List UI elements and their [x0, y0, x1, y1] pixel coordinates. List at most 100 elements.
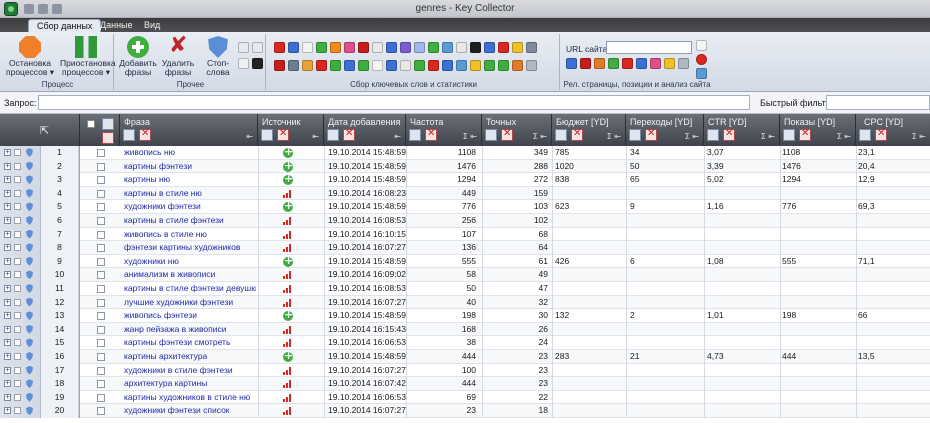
row-mark-icon[interactable]	[14, 257, 21, 265]
d-icon[interactable]	[358, 60, 369, 71]
row-checkbox[interactable]	[97, 244, 105, 253]
row-mark-icon[interactable]	[14, 271, 21, 279]
db-icon[interactable]	[386, 42, 397, 53]
hand-icon[interactable]	[302, 60, 313, 71]
col-phrase[interactable]: Фраза ⇤	[120, 114, 258, 146]
rambler-icon[interactable]	[344, 42, 355, 53]
sort-icon[interactable]: ⇤	[312, 132, 319, 141]
sum-icon[interactable]: Σ ⇤	[463, 132, 477, 141]
phrase-cell[interactable]: архитектура картины	[124, 377, 256, 391]
expand-icon[interactable]: +	[4, 393, 11, 401]
row-checkbox[interactable]	[97, 203, 105, 212]
row-checkbox[interactable]	[97, 149, 105, 157]
phrase-cell[interactable]: картины в стиле ню	[124, 187, 256, 201]
tab-view[interactable]: Вид	[136, 19, 168, 32]
row-checkbox[interactable]	[97, 285, 105, 293]
row-checkbox[interactable]	[97, 230, 105, 239]
expand-icon[interactable]: +	[4, 149, 11, 156]
table-row[interactable]: +18 архитектура картины 19.10.2014 16:07:4…	[0, 377, 930, 391]
table-row[interactable]: +8 фэнтези картины художников 19.10.2014 1…	[0, 241, 930, 255]
phrase-cell[interactable]: лучшие художники фэнтези	[124, 296, 256, 310]
pages-icon[interactable]	[696, 40, 707, 51]
table-row[interactable]: +1 живопись ню 19.10.2014 15:48:59 1108 349 7…	[0, 145, 930, 160]
row-checkbox[interactable]	[97, 353, 105, 361]
chart-icon[interactable]	[414, 42, 425, 53]
v-icon[interactable]	[498, 60, 509, 71]
expand-icon[interactable]: +	[4, 325, 11, 333]
stats-icon[interactable]	[288, 42, 299, 53]
grid-settings-icon[interactable]	[102, 118, 114, 130]
sum-icon[interactable]: Σ ⇤	[607, 132, 621, 141]
col-clicks[interactable]: Переходы [YD] Σ ⇤	[626, 114, 704, 146]
orange-icon[interactable]	[512, 60, 523, 71]
table-row[interactable]: +11 картины в стиле фэнтези девушки 19.10.…	[0, 282, 930, 296]
blue-icon[interactable]	[344, 60, 355, 71]
row-mark-icon[interactable]	[14, 176, 21, 184]
settings-icon[interactable]	[629, 129, 641, 141]
row-checkbox[interactable]	[97, 366, 105, 375]
google-icon[interactable]	[316, 42, 327, 53]
pdf-icon[interactable]	[274, 60, 285, 71]
phrase-cell[interactable]: картины фэнтези	[124, 160, 256, 174]
table-row[interactable]: +15 картины фэнтези смотреть 19.10.2014 16…	[0, 336, 930, 350]
table-row[interactable]: +13 живопись фэнтези 19.10.2014 15:48:59 19…	[0, 308, 930, 323]
settings-icon[interactable]	[526, 42, 537, 53]
table-row[interactable]: +4 картины в стиле ню 19.10.2014 16:08:23 4…	[0, 186, 930, 201]
quick-filter-input[interactable]	[826, 95, 930, 110]
sum-icon[interactable]: Σ ⇤	[837, 132, 851, 141]
analysis-icon[interactable]	[650, 58, 661, 69]
col-exact[interactable]: Точных Σ ⇤	[482, 114, 552, 146]
mail-icon[interactable]	[358, 42, 369, 53]
expand-icon[interactable]: +	[4, 339, 11, 347]
clear-filter-icon[interactable]	[723, 128, 735, 141]
expand-icon[interactable]: +	[4, 203, 11, 211]
green-icon[interactable]	[330, 60, 341, 71]
table-row[interactable]: +6 картины в стиле фэнтези 19.10.2014 16:0…	[0, 214, 930, 228]
expand-icon[interactable]: +	[4, 271, 11, 279]
phrase-cell[interactable]: художники фэнтези	[124, 200, 256, 214]
clear-filter-icon[interactable]	[571, 128, 583, 141]
expand-icon[interactable]: +	[4, 244, 11, 252]
tools-icon[interactable]	[400, 60, 411, 71]
sum-icon[interactable]: Σ ⇤	[912, 132, 926, 141]
sum-icon[interactable]: Σ ⇤	[761, 132, 775, 141]
row-mark-icon[interactable]	[14, 312, 21, 320]
row-header[interactable]: +19	[0, 390, 80, 405]
grid-icon[interactable]	[252, 58, 263, 69]
row-mark-icon[interactable]	[14, 203, 21, 211]
delete-phrases-button[interactable]: Удалить фразы	[156, 33, 200, 77]
search-icon[interactable]	[442, 42, 453, 53]
clear-icon[interactable]	[102, 132, 114, 144]
row-header[interactable]: +17	[0, 363, 80, 378]
expand-icon[interactable]: +	[4, 353, 11, 360]
table-icon[interactable]	[238, 58, 249, 69]
tab-data[interactable]: Данные	[92, 19, 141, 32]
sort-icon[interactable]: ⇤	[394, 132, 401, 141]
row-header[interactable]: +10	[0, 268, 80, 282]
clear-filter-icon[interactable]	[799, 128, 811, 141]
col-ctr[interactable]: CTR [YD] Σ ⇤	[704, 114, 780, 146]
gray-icon[interactable]	[526, 60, 537, 71]
row-mark-icon[interactable]	[14, 189, 21, 197]
rambler-stats-icon[interactable]	[470, 42, 481, 53]
phrase-cell[interactable]: анимализм в живописи	[124, 268, 256, 282]
sum-icon[interactable]: Σ ⇤	[685, 132, 699, 141]
expand-icon[interactable]: +	[4, 298, 11, 306]
bars-icon[interactable]	[316, 60, 327, 71]
row-checkbox[interactable]	[97, 298, 105, 307]
table-row[interactable]: +17 художники в стиле фэнтези 19.10.2014 1…	[0, 363, 930, 378]
checker-icon[interactable]	[302, 42, 313, 53]
settings-icon[interactable]	[409, 129, 421, 141]
row-header-corner[interactable]: ⇱	[0, 114, 80, 146]
table-row[interactable]: +7 живопись в стиле ню 19.10.2014 16:10:15…	[0, 227, 930, 242]
row-header[interactable]: +11	[0, 282, 80, 296]
adwords-icon[interactable]	[428, 42, 439, 53]
table-row[interactable]: +12 лучшие художники фэнтези 19.10.2014 16…	[0, 295, 930, 310]
row-checkbox[interactable]	[97, 380, 105, 389]
row-header[interactable]: +7	[0, 227, 80, 242]
row-header[interactable]: +3	[0, 173, 80, 187]
phrase-cell[interactable]: картины в стиле фэнтези девушки	[124, 282, 256, 296]
col-budget[interactable]: Бюджет [YD] Σ ⇤	[552, 114, 626, 146]
table-row[interactable]: +19 картины художников в стиле ню 19.10.20…	[0, 390, 930, 405]
row-header[interactable]: +4	[0, 186, 80, 201]
